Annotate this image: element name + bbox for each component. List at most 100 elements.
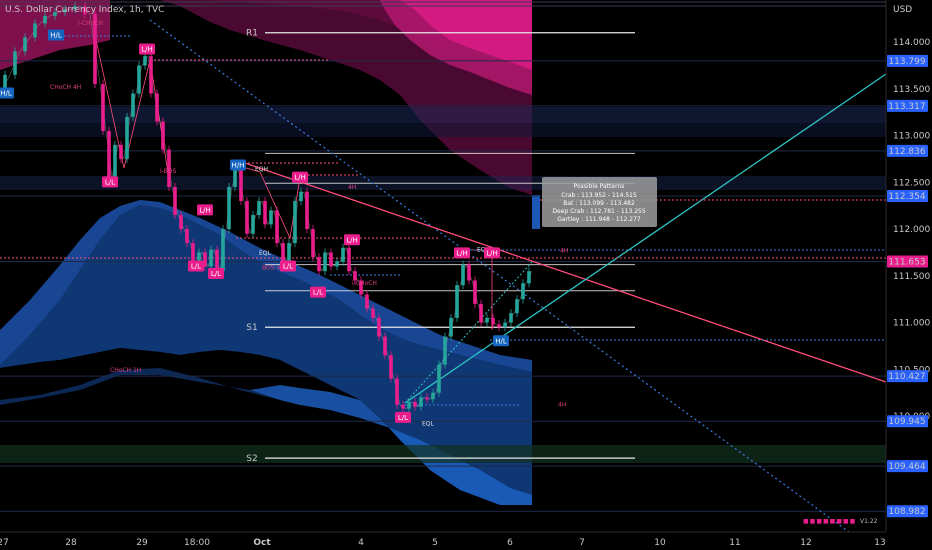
candle-body [485, 317, 489, 323]
x-tick-label: 29 [136, 538, 148, 548]
x-tick-label: 12 [800, 538, 811, 548]
candle-body [503, 322, 507, 328]
annotation-label: I-BOS [160, 168, 176, 175]
candle-body [137, 65, 141, 94]
x-tick-label: 27 [0, 538, 9, 548]
candle-body [329, 252, 333, 267]
y-tick-label: 111.500 [893, 272, 930, 282]
candle-body [509, 313, 513, 323]
price-badge-label: 110.427 [888, 372, 925, 382]
candle-body [413, 402, 417, 407]
candle-body [353, 271, 357, 281]
pivot-label: S2 [246, 454, 257, 464]
candle-body [257, 201, 261, 216]
candle-body [43, 15, 47, 24]
structure-label: H/L [0, 89, 12, 97]
pattern-line: Crab : 113.952 - 114.515 [561, 192, 637, 199]
version-dots: ■■■■■■■■ [803, 518, 856, 525]
candle-body [263, 201, 267, 225]
structure-label: H/H [232, 161, 245, 169]
candle-body [341, 247, 345, 262]
structure-label: L/L [283, 262, 293, 270]
candle-body [209, 249, 213, 267]
price-badge-label: 109.464 [888, 462, 925, 472]
candle-body [461, 264, 465, 286]
y-tick-label: 114.000 [893, 38, 930, 48]
x-tick-label: 18:00 [184, 538, 210, 548]
y-tick-label: 112.500 [893, 178, 930, 188]
time-axis: 27 28 29 18:00 Oct 4 5 6 7 10 11 12 13 [0, 531, 932, 550]
candle-body [455, 285, 459, 318]
candle-body [407, 402, 411, 409]
candle-body [251, 215, 255, 234]
structure-label: L/L [191, 262, 201, 270]
candle-body [443, 336, 447, 365]
candle-body [317, 257, 321, 272]
price-badge-label: 109.945 [888, 417, 925, 427]
price-badge-label: 108.982 [888, 507, 925, 517]
candle-body [113, 144, 117, 178]
structure-label: L/H [486, 249, 498, 257]
candle-body [383, 336, 387, 356]
candle-body [389, 355, 393, 379]
candle-body [155, 93, 159, 122]
structure-label: L/L [211, 270, 221, 278]
candle-body [101, 84, 105, 131]
candle-body [143, 56, 147, 66]
pivot-label: S1 [246, 323, 257, 333]
candle-body [419, 397, 423, 407]
candle-body [401, 404, 405, 409]
candle-body [431, 392, 435, 400]
candle-body [473, 280, 477, 304]
annotation-label: i-CHoCH [352, 280, 377, 287]
candle-body [33, 23, 37, 38]
candle-body [281, 243, 285, 262]
candle-body [119, 144, 123, 159]
candle-body [515, 299, 519, 314]
price-badge-label: 113.317 [888, 102, 925, 112]
x-tick-label: 6 [507, 538, 513, 548]
candle-body [179, 215, 183, 230]
candle-body [377, 317, 381, 337]
candle-body [215, 249, 219, 272]
candle-body [233, 168, 237, 187]
candle-body [335, 261, 339, 267]
chart-title: U.S. Dollar Currency Index, 1h, TVC [5, 5, 164, 15]
x-tick-label: Oct [253, 538, 271, 548]
candle-body [245, 201, 249, 234]
structure-label: L/H [141, 46, 153, 54]
pivot-label: R1 [246, 29, 258, 39]
candle-body [125, 116, 129, 159]
candle-body [149, 56, 153, 94]
structure-label: L/L [313, 289, 323, 297]
candle-body [425, 397, 429, 400]
candle-body [305, 191, 309, 230]
pattern-line: Bat : 113.099 - 113.482 [563, 200, 635, 207]
price-badge-label: 113.799 [888, 57, 925, 67]
price-badge-label: 112.836 [888, 147, 925, 157]
chart-canvas[interactable]: R1S1S2 EQHEQLEQHEQLCHoCH 4Hi-CHoCHI-BOSi… [0, 0, 932, 550]
x-tick-label: 5 [432, 538, 438, 548]
candle-body [131, 93, 135, 117]
currency-label: USD [893, 5, 912, 15]
y-tick-label: 112.000 [893, 225, 930, 235]
y-tick-label: 113.500 [893, 85, 930, 95]
pattern-line: Deep Crab : 112.781 - 113.255 [552, 208, 645, 215]
structure-label: L/H [346, 236, 358, 244]
candle-body [449, 317, 453, 337]
annotation-label: EQH [255, 166, 268, 173]
candle-body [221, 229, 225, 272]
candle-body [347, 247, 351, 272]
structure-label: L/H [199, 206, 211, 214]
x-tick-label: 10 [654, 538, 666, 548]
candle-body [395, 378, 399, 405]
x-tick-label: 11 [729, 538, 740, 548]
candle-body [161, 121, 165, 150]
price-badge-label: 112.354 [888, 192, 925, 202]
candle-body [173, 186, 177, 216]
candle-body [287, 243, 291, 262]
version-label: V1.22 [860, 518, 878, 525]
x-tick-label: 4 [358, 538, 364, 548]
annotation-label: 4H [558, 402, 566, 409]
structure-label: H/L [50, 32, 62, 40]
